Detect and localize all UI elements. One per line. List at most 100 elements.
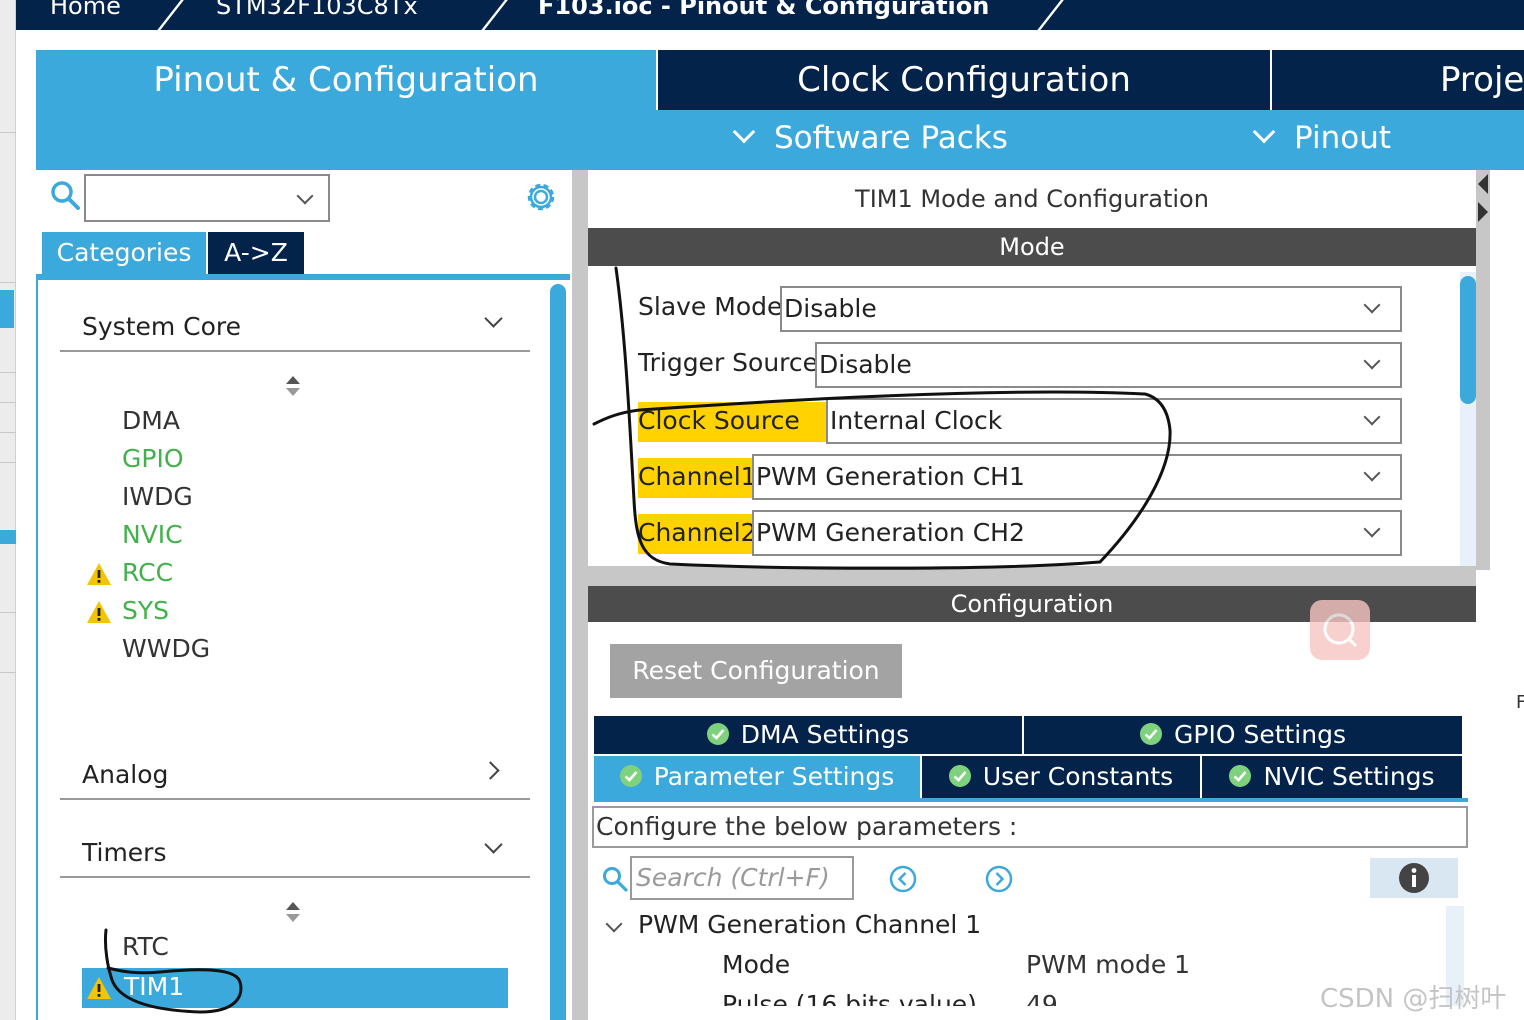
floating-search-badge[interactable]: [1310, 600, 1370, 660]
search-icon: [603, 867, 628, 892]
pinout-label: Pinout: [1294, 120, 1392, 156]
channel2-select[interactable]: PWM Generation CH2: [752, 510, 1402, 556]
tab-gpio-settings[interactable]: GPIO Settings: [1024, 716, 1462, 754]
tree-item-iwdg[interactable]: IWDG: [122, 482, 193, 511]
sort-icon[interactable]: [284, 900, 302, 924]
slave-mode-value: Disable: [784, 294, 877, 323]
param-group-title[interactable]: PWM Generation Channel 1: [638, 910, 981, 939]
slave-mode-label: Slave Mode: [638, 292, 783, 321]
check-circle-icon: [1140, 723, 1162, 745]
settings-tab-underline: [594, 798, 1468, 802]
tab-pinout-configuration[interactable]: Pinout & Configuration: [36, 50, 656, 110]
chevron-down-icon: [1363, 520, 1381, 538]
warning-icon: [87, 977, 111, 999]
chevron-down-icon: [1363, 464, 1381, 482]
peripheral-header: TIM1 Mode and Configuration: [588, 172, 1476, 228]
breadcrumb-home[interactable]: Home: [50, 0, 121, 20]
breadcrumb-separator: [1031, 0, 1064, 30]
sub-menu-bar: Software Packs Pinout: [36, 110, 1524, 170]
check-circle-icon: [1229, 765, 1252, 787]
breadcrumb-mcu[interactable]: STM32F103C8Tx: [216, 0, 418, 20]
chevron-down-icon: [732, 120, 756, 144]
breadcrumb: Home STM32F103C8Tx F103.ioc - Pinout & C…: [16, 0, 1524, 30]
parameters-header: Configure the below parameters :: [592, 806, 1468, 848]
mode-scrollbar-thumb[interactable]: [1460, 276, 1476, 404]
breadcrumb-project[interactable]: F103.ioc - Pinout & Configuration: [538, 0, 989, 20]
chevron-down-icon: [1363, 296, 1381, 314]
tab-nvic-settings-label: NVIC Settings: [1263, 762, 1435, 791]
panel-splitter[interactable]: [572, 170, 588, 1020]
gear-icon[interactable]: [524, 180, 558, 214]
clock-source-value: Internal Clock: [830, 406, 1003, 435]
tree-item-rcc[interactable]: RCC: [122, 558, 173, 587]
section-splitter[interactable]: [588, 566, 1476, 586]
clock-source-label: Clock Source: [638, 402, 826, 442]
tab-user-constants-label: User Constants: [982, 762, 1174, 791]
tab-project-manager[interactable]: Proje: [1272, 50, 1524, 110]
section-divider: [60, 350, 530, 352]
trigger-source-select[interactable]: Disable: [815, 342, 1402, 388]
tab-parameter-settings[interactable]: Parameter Settings: [594, 756, 920, 798]
section-timers[interactable]: Timers: [82, 838, 167, 867]
trigger-source-value: Disable: [819, 350, 912, 379]
tab-gpio-settings-label: GPIO Settings: [1174, 720, 1346, 749]
chevron-down-icon: [1363, 352, 1381, 370]
param-value[interactable]: PWM mode 1: [1026, 950, 1190, 979]
background-window-strip: [0, 0, 16, 1020]
channel1-label: Channel1: [638, 458, 757, 498]
tab-underline: [36, 274, 570, 280]
panel-border: [36, 280, 38, 1020]
offscreen-text-fragment: F: [1516, 692, 1524, 713]
param-name: Mode: [722, 950, 791, 979]
tree-item-gpio[interactable]: GPIO: [122, 444, 184, 473]
chevron-down-icon: [1363, 408, 1381, 426]
tree-item-dma[interactable]: DMA: [122, 406, 180, 435]
sort-icon[interactable]: [284, 374, 302, 398]
right-collapse-strip[interactable]: [1476, 170, 1490, 570]
tab-a-to-z[interactable]: A->Z: [208, 232, 304, 274]
tree-item-nvic[interactable]: NVIC: [122, 520, 183, 549]
search-icon[interactable]: [50, 180, 80, 210]
categories-scrollbar[interactable]: [550, 284, 566, 1020]
trigger-source-label: Trigger Source: [638, 348, 819, 377]
tree-item-sys[interactable]: SYS: [122, 596, 169, 625]
warning-icon: [87, 563, 111, 585]
tab-dma-settings-label: DMA Settings: [740, 720, 910, 749]
chevron-down-icon: [296, 187, 314, 205]
chevron-down-icon: [1252, 120, 1276, 144]
tab-nvic-settings[interactable]: NVIC Settings: [1202, 756, 1462, 798]
tree-item-wwdg[interactable]: WWDG: [122, 634, 210, 663]
breadcrumb-separator: [475, 0, 508, 30]
channel2-label: Channel2: [638, 514, 757, 554]
section-divider: [60, 876, 530, 878]
software-packs-menu[interactable]: Software Packs: [732, 120, 1008, 156]
section-divider: [60, 798, 530, 800]
tab-clock-configuration[interactable]: Clock Configuration: [658, 50, 1270, 110]
parameter-search-input[interactable]: Search (Ctrl+F): [630, 856, 854, 900]
watermark: CSDN @扫树叶: [1320, 984, 1507, 1014]
tab-user-constants[interactable]: User Constants: [922, 756, 1200, 798]
clock-source-select[interactable]: Internal Clock: [826, 398, 1402, 444]
section-system-core[interactable]: System Core: [82, 312, 241, 341]
pinout-menu[interactable]: Pinout: [1252, 120, 1392, 156]
tab-categories[interactable]: Categories: [42, 232, 206, 274]
collapse-arrows-icon: [1478, 174, 1488, 222]
channel2-value: PWM Generation CH2: [756, 518, 1025, 547]
info-icon[interactable]: [1398, 862, 1430, 894]
section-analog[interactable]: Analog: [82, 760, 168, 789]
channel1-value: PWM Generation CH1: [756, 462, 1025, 491]
tab-dma-settings[interactable]: DMA Settings: [594, 716, 1022, 754]
tree-item-rtc[interactable]: RTC: [122, 932, 169, 961]
search-combo[interactable]: [84, 174, 330, 222]
chevron-down-icon[interactable]: [605, 915, 623, 933]
categories-panel: [36, 170, 570, 1020]
reset-configuration-button[interactable]: Reset Configuration: [610, 644, 902, 698]
prev-icon[interactable]: [888, 864, 918, 894]
tree-item-tim1[interactable]: TIM1: [124, 972, 184, 1001]
channel1-select[interactable]: PWM Generation CH1: [752, 454, 1402, 500]
next-icon[interactable]: [984, 864, 1014, 894]
slave-mode-select[interactable]: Disable: [780, 286, 1402, 332]
check-circle-icon: [619, 765, 642, 787]
mode-section-title: Mode: [588, 228, 1476, 266]
check-circle-icon: [948, 765, 971, 787]
